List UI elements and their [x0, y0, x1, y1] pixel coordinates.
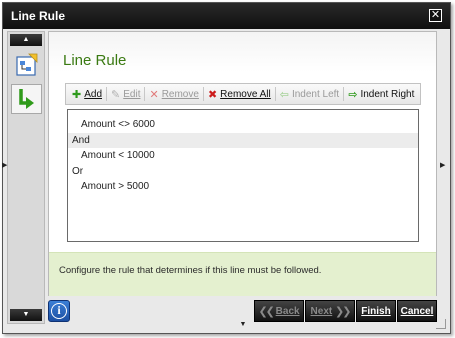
flowchart-icon	[16, 53, 38, 76]
scroll-down-button[interactable]: ▼	[10, 309, 42, 321]
description-text: Configure the rule that determines if th…	[59, 265, 322, 276]
double-chevron-left-icon: ❮❮	[258, 305, 275, 318]
remove-button[interactable]: ✕ Remove	[145, 85, 202, 103]
rule-operator[interactable]: And	[68, 132, 418, 148]
back-button[interactable]: ❮❮ Back	[254, 300, 304, 322]
footer-bar: i ❮❮ Back Next ❯❯ Finish Cancel	[48, 300, 437, 322]
add-button[interactable]: ✚ Add	[68, 85, 106, 103]
step-sidebar: ▲ ▼	[7, 31, 45, 324]
step-line-icon[interactable]	[11, 84, 42, 114]
next-button[interactable]: Next ❯❯	[305, 300, 355, 322]
finish-button[interactable]: Finish	[356, 300, 396, 322]
pencil-icon: ✎	[111, 88, 121, 101]
title-bar[interactable]: Line Rule ✕	[3, 3, 450, 29]
collapse-left-icon[interactable]: ▶	[2, 161, 7, 169]
cancel-button[interactable]: Cancel	[397, 300, 437, 322]
rule-operator[interactable]: Or	[68, 164, 418, 180]
info-button[interactable]: i	[48, 300, 70, 322]
scroll-up-button[interactable]: ▲	[10, 34, 42, 46]
x-icon: ✕	[149, 88, 159, 101]
close-icon[interactable]: ✕	[429, 9, 442, 22]
rule-list[interactable]: Amount <> 6000 And Amount < 10000 Or Amo…	[67, 109, 419, 242]
arrow-left-icon: ⇦	[279, 88, 289, 101]
rule-condition[interactable]: Amount <> 6000	[68, 117, 418, 133]
window-title: Line Rule	[11, 9, 66, 23]
expand-down-icon[interactable]: ▼	[221, 321, 265, 328]
info-icon: i	[51, 303, 67, 319]
indent-right-button[interactable]: ⇨ Indent Right	[344, 85, 418, 103]
remove-all-button[interactable]: ✖ Remove All	[204, 85, 275, 103]
expand-right-icon[interactable]: ▶	[440, 161, 445, 169]
dialog-window: Line Rule ✕ ▲ ▼ ▶ ▶ Line Rule ✚ Add ✎ Ed…	[2, 2, 451, 334]
green-arrow-icon	[19, 89, 34, 109]
indent-left-button[interactable]: ⇦ Indent Left	[276, 85, 343, 103]
resize-grip[interactable]	[436, 319, 446, 329]
page-title: Line Rule	[63, 52, 127, 69]
rule-condition[interactable]: Amount < 10000	[68, 148, 418, 164]
rule-toolbar: ✚ Add ✎ Edit ✕ Remove ✖ Remove All ⇦ Ind…	[65, 83, 421, 105]
edit-button[interactable]: ✎ Edit	[107, 85, 144, 103]
arrow-right-icon: ⇨	[348, 88, 358, 101]
plus-icon: ✚	[72, 88, 82, 101]
description-panel: Configure the rule that determines if th…	[49, 252, 436, 296]
content-panel: Line Rule ✚ Add ✎ Edit ✕ Remove ✖ Remove…	[48, 31, 437, 296]
step-rule-icon[interactable]	[11, 50, 42, 80]
rule-condition[interactable]: Amount > 5000	[68, 179, 418, 195]
double-chevron-right-icon: ❯❯	[335, 305, 352, 318]
delete-all-icon: ✖	[207, 88, 218, 101]
